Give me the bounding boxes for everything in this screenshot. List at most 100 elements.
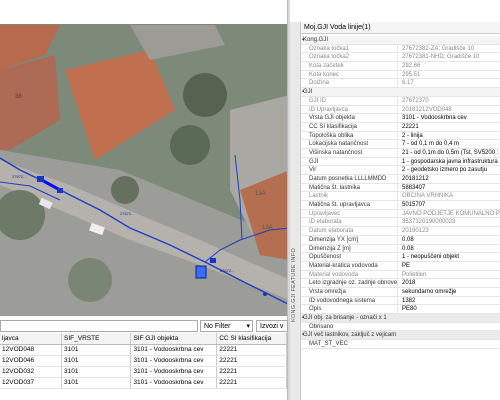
panel-title[interactable]: Moj.GJI Voda linije(1) <box>301 22 500 34</box>
property-row[interactable]: Lastnik OBČINA VRHNIKA <box>301 192 500 202</box>
property-value[interactable]: 27672381-NHD; Gradišče 10 <box>397 53 500 62</box>
property-row[interactable]: Datum elaborata 20190123 <box>301 227 500 236</box>
property-value[interactable]: 3537320190000023 <box>397 218 500 227</box>
property-value[interactable]: 27672382-ZA; Gradišče 10 <box>397 44 500 53</box>
property-row[interactable]: CC SI klasifikacija 22221 <box>301 122 500 132</box>
property-value[interactable]: 20181212 <box>397 175 500 183</box>
orthophoto-map[interactable]: 27672... 27672... 27672... 38 13A 13A <box>0 0 290 315</box>
section-title: GJI obj. za brisanje - označi x 1 <box>303 315 387 321</box>
property-row[interactable]: Dimenzija YX [cm] 0.08 <box>301 235 500 245</box>
filter-dropdown[interactable]: No Filter ▾ <box>200 320 253 332</box>
property-row[interactable]: GJI ID 27672370 <box>301 96 500 106</box>
panel-side-tab[interactable]: KONG.GJI FEATURE INFO <box>290 22 301 400</box>
property-row[interactable]: Matična št. lastnika 5883407 <box>301 183 500 193</box>
property-value[interactable]: 6.17 <box>397 79 500 88</box>
property-row[interactable]: Obrisano <box>301 323 500 332</box>
property-value[interactable]: 20190123 <box>397 227 500 235</box>
property-value[interactable]: 2 - linija <box>397 131 500 140</box>
property-row[interactable]: Oznaka točka1 27672382-ZA; Gradišče 10 <box>301 44 500 54</box>
property-value[interactable]: PE <box>397 261 500 270</box>
property-value[interactable]: Polietilen <box>397 270 500 279</box>
column-header[interactable]: ljavca <box>0 333 63 345</box>
property-value[interactable]: 3101 - Vodooskrbna cev <box>397 114 500 122</box>
table-cell: 3101 - Vodooskrbna cev <box>130 366 218 378</box>
property-value[interactable]: 22221 <box>397 122 500 131</box>
property-row[interactable]: Material vodovoda Polietilen <box>301 270 500 280</box>
pipe-node <box>195 265 207 279</box>
property-value[interactable]: 1 - neopuščeni objekt <box>397 253 500 261</box>
table-row[interactable]: 12VOD032 3101 3101 - Vodooskrbna cev 222… <box>0 366 287 378</box>
property-value[interactable]: 292.66 <box>397 62 500 70</box>
property-value[interactable]: 7 - od 0,1 m do 0,4 m <box>397 140 500 148</box>
property-value[interactable]: OBČINA VRHNIKA <box>397 192 500 201</box>
map-view[interactable]: 27672... 27672... 27672... 38 13A 13A <box>0 0 290 315</box>
property-row[interactable]: MAT_ST_VEC <box>301 340 500 349</box>
property-row[interactable]: Datum posnetka LLLLMMDD 20181212 <box>301 175 500 184</box>
table-cell: 22221 <box>216 377 287 389</box>
property-row[interactable]: ID elaborata 3537320190000023 <box>301 218 500 228</box>
property-row[interactable]: Kota začetek 292.66 <box>301 62 500 71</box>
property-value[interactable]: 2 - geodetsko izmero po zasutju <box>397 166 500 175</box>
property-value[interactable]: 27672370 <box>397 96 500 105</box>
property-value[interactable]: JAVNO PODJETJE KOMUNALNO PODJE <box>397 209 500 218</box>
pipe-node <box>57 188 63 193</box>
property-row[interactable]: GJI 1 - gospodarska javna infrastruktura <box>301 157 500 167</box>
column-header[interactable]: CC SI klasifikacija <box>216 333 287 345</box>
property-row[interactable]: ID vodovodnega sistema 1382 <box>301 296 500 306</box>
table-cell: 3101 <box>61 344 132 356</box>
property-value[interactable]: 5883407 <box>397 183 500 192</box>
property-row[interactable]: Matična št. upravljavca 5015707 <box>301 201 500 210</box>
column-header[interactable]: SIF_VRSTE <box>61 333 132 345</box>
attribute-table: ljavca SIF_VRSTE SIF GJI objekta CC SI k… <box>0 333 287 389</box>
property-row[interactable]: Oznaka točka2 27672381-NHD; Gradišče 10 <box>301 53 500 63</box>
property-key: Lokacijska natančnost <box>309 141 369 148</box>
property-value[interactable]: 1382 <box>397 296 500 305</box>
property-key: GJI ID <box>309 97 327 104</box>
svg-text:27672...: 27672... <box>120 211 134 216</box>
property-row[interactable]: Leto izgradnje oz. zadnje obnove 2018 <box>301 279 500 288</box>
property-row[interactable]: Vrsta GJI objekta 3101 - Vodooskrbna cev <box>301 114 500 123</box>
property-value[interactable]: 20181212VOD048 <box>397 105 500 114</box>
property-value[interactable]: 2018 <box>397 279 500 287</box>
property-row[interactable]: Opuščenost 1 - neopuščeni objekt <box>301 253 500 262</box>
property-row[interactable]: Vrsta omrežja sekundarno omrežje <box>301 287 500 297</box>
property-row[interactable]: ID Upravljavca 20181212VOD048 <box>301 105 500 115</box>
property-key: Leto izgradnje oz. zadnje obnove <box>309 280 397 287</box>
column-header[interactable]: SIF GJI objekta <box>130 333 218 345</box>
property-value[interactable]: 295.51 <box>397 70 500 79</box>
table-row[interactable]: 12VOD046 3101 3101 - Vodooskrbna cev 222… <box>0 355 287 367</box>
property-value[interactable]: 0.08 <box>397 244 500 253</box>
property-row[interactable]: Upravljavec JAVNO PODJETJE KOMUNALNO POD… <box>301 209 500 219</box>
property-row[interactable]: Vir 2 - geodetsko izmero po zasutju <box>301 166 500 175</box>
property-row[interactable]: Lokacijska natančnost 7 - od 0,1 m do 0,… <box>301 140 500 149</box>
property-value[interactable]: 0.08 <box>397 235 500 244</box>
map-top-strip <box>0 0 290 24</box>
table-row[interactable]: 12VOD048 3101 3101 - Vodooskrbna cev 222… <box>0 344 287 356</box>
table-cell: 3101 <box>61 366 132 378</box>
chevron-down-icon: ▾ <box>246 323 250 330</box>
section-header[interactable]: ▪ GJI <box>301 88 500 97</box>
property-value[interactable]: 21 - od 0,1m do 0,5m (Tst, SV5200 : vi <box>397 148 500 157</box>
property-row[interactable]: Topološka oblika 2 - linija <box>301 131 500 141</box>
property-row[interactable]: Dimenzija Z [m] 0.08 <box>301 244 500 254</box>
property-key: Višinska natančnost <box>309 149 363 156</box>
property-row[interactable]: Kota konec 295.51 <box>301 70 500 80</box>
property-row[interactable]: Višinska natančnost 21 - od 0,1m do 0,5m… <box>301 148 500 158</box>
section-header[interactable]: ▪ GJI obj. za brisanje - označi x 1 <box>301 314 500 323</box>
table-cell: 22221 <box>216 344 287 356</box>
property-value[interactable]: 5015707 <box>397 201 500 209</box>
property-value[interactable]: sekundarno omrežje <box>397 287 500 296</box>
property-value[interactable]: PE80 <box>397 305 500 314</box>
property-row[interactable]: Material-kratica vodovoda PE <box>301 261 500 271</box>
section-header[interactable]: ▪ Kong.GJI <box>301 36 500 45</box>
table-row[interactable]: 12VOD037 3101 3101 - Vodooskrbna cev 222… <box>0 377 287 389</box>
grid-search-input[interactable] <box>0 320 198 332</box>
property-key: Matična št. lastnika <box>309 184 361 191</box>
property-row[interactable]: Opis PE80 <box>301 305 500 314</box>
property-key: ID vodovodnega sistema <box>309 297 376 304</box>
section-header[interactable]: ▪ GJI več lastnikov, zaključ z vejicam <box>301 331 500 341</box>
export-button[interactable]: Izvozi v <box>256 320 288 332</box>
property-grid: ▪ Kong.GJI Oznaka točka1 27672382-ZA; Gr… <box>301 36 500 349</box>
property-row[interactable]: Dolžina 6.17 <box>301 79 500 89</box>
property-value[interactable]: 1 - gospodarska javna infrastruktura <box>397 157 500 166</box>
